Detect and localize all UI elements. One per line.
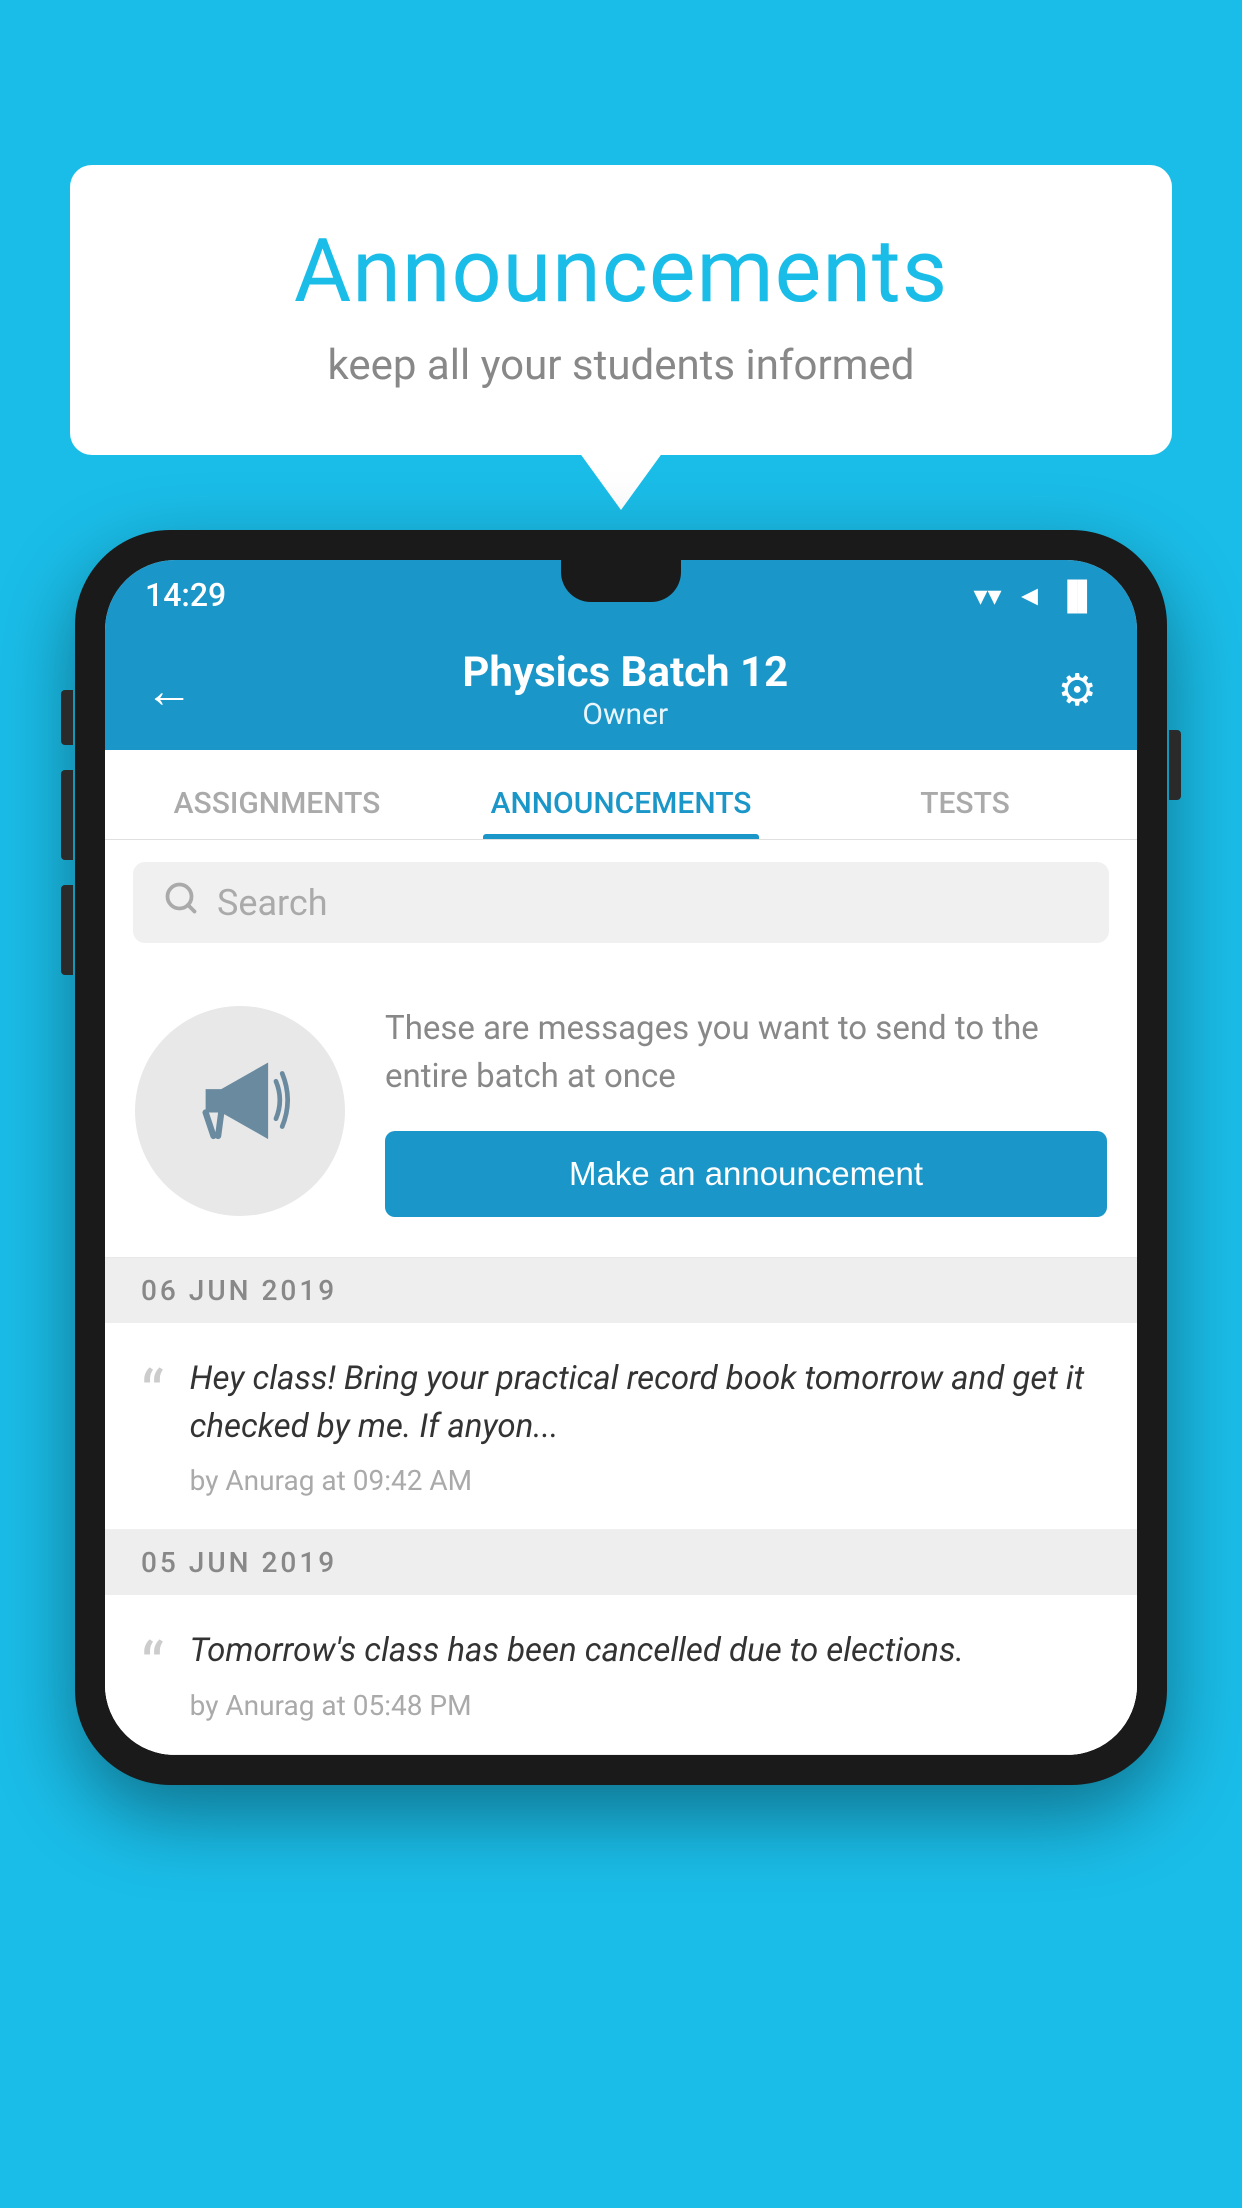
speech-bubble: Announcements keep all your students inf… — [70, 165, 1172, 455]
app-bar-title-group: Physics Batch 12 Owner — [462, 648, 788, 732]
back-button[interactable]: ← — [145, 662, 193, 719]
app-bar-title: Physics Batch 12 — [462, 648, 788, 697]
announcement-meta-2: by Anurag at 05:48 PM — [190, 1689, 1101, 1722]
content-area: Search — [105, 840, 1137, 1755]
date-separator-1: 06 JUN 2019 — [105, 1258, 1137, 1323]
date-separator-2: 05 JUN 2019 — [105, 1530, 1137, 1595]
quote-icon-1: “ — [141, 1363, 164, 1427]
app-bar-subtitle: Owner — [462, 697, 788, 732]
battery-icon: ▐▌ — [1057, 579, 1097, 612]
status-time: 14:29 — [145, 576, 226, 614]
phone-outer: 14:29 ▾▾ ◄ ▐▌ ← Physics Batch 12 Owner ⚙… — [75, 530, 1167, 1785]
announcement-meta-1: by Anurag at 09:42 AM — [190, 1464, 1101, 1497]
announcement-item-2[interactable]: “ Tomorrow's class has been cancelled du… — [105, 1595, 1137, 1755]
announcement-right: These are messages you want to send to t… — [385, 1005, 1107, 1217]
announcement-text-1: Hey class! Bring your practical record b… — [190, 1355, 1101, 1451]
wifi-icon: ▾▾ — [973, 579, 1001, 612]
search-bar[interactable]: Search — [133, 862, 1109, 943]
tab-announcements[interactable]: ANNOUNCEMENTS — [449, 786, 793, 839]
announcement-item-1[interactable]: “ Hey class! Bring your practical record… — [105, 1323, 1137, 1531]
status-bar: 14:29 ▾▾ ◄ ▐▌ — [105, 560, 1137, 630]
announcement-megaphone-icon — [190, 1050, 290, 1172]
status-icons: ▾▾ ◄ ▐▌ — [973, 579, 1097, 612]
make-announcement-button[interactable]: Make an announcement — [385, 1131, 1107, 1217]
search-bar-container: Search — [105, 840, 1137, 965]
settings-icon[interactable]: ⚙ — [1058, 664, 1097, 716]
speech-bubble-container: Announcements keep all your students inf… — [70, 165, 1172, 455]
phone-notch — [561, 560, 681, 602]
tabs-bar: ASSIGNMENTS ANNOUNCEMENTS TESTS — [105, 750, 1137, 840]
phone-side-btn-left-1 — [61, 690, 73, 745]
speech-bubble-subtitle: keep all your students informed — [130, 341, 1112, 390]
announcement-text-group-1: Hey class! Bring your practical record b… — [190, 1355, 1101, 1498]
speech-bubble-title: Announcements — [130, 220, 1112, 323]
announcement-prompt: These are messages you want to send to t… — [105, 965, 1137, 1258]
phone-side-btn-left-3 — [61, 885, 73, 975]
phone-wrapper: 14:29 ▾▾ ◄ ▐▌ ← Physics Batch 12 Owner ⚙… — [75, 530, 1167, 1785]
announcement-text-group-2: Tomorrow's class has been cancelled due … — [190, 1627, 1101, 1722]
tab-assignments[interactable]: ASSIGNMENTS — [105, 786, 449, 839]
tab-tests[interactable]: TESTS — [793, 786, 1137, 839]
search-placeholder: Search — [217, 882, 328, 924]
phone-side-btn-left-2 — [61, 770, 73, 860]
phone-side-btn-power — [1169, 730, 1181, 800]
app-bar: ← Physics Batch 12 Owner ⚙ — [105, 630, 1137, 750]
phone-screen: 14:29 ▾▾ ◄ ▐▌ ← Physics Batch 12 Owner ⚙… — [105, 560, 1137, 1755]
signal-icon: ◄ — [1016, 579, 1044, 612]
quote-icon-2: “ — [141, 1635, 164, 1699]
search-icon — [163, 880, 199, 925]
announcement-description: These are messages you want to send to t… — [385, 1005, 1107, 1101]
announcement-icon-circle — [135, 1006, 345, 1216]
announcement-text-2: Tomorrow's class has been cancelled due … — [190, 1627, 1101, 1675]
